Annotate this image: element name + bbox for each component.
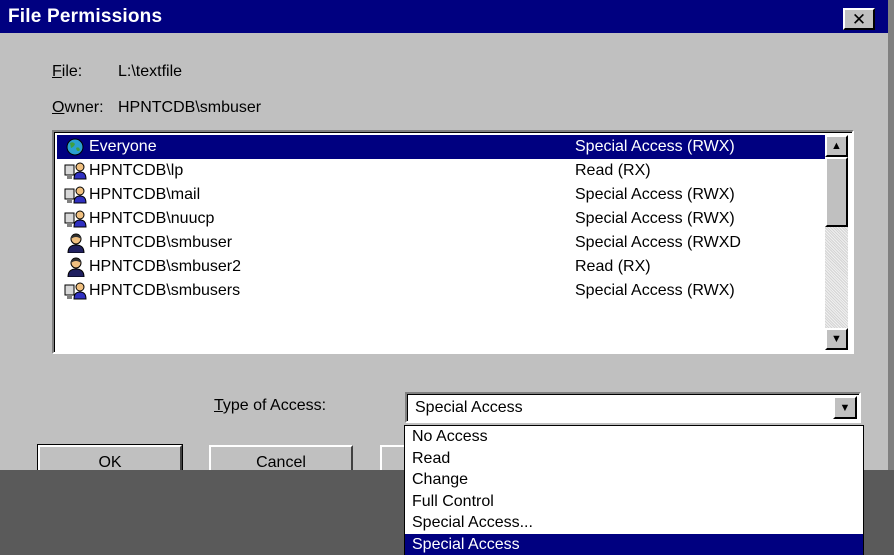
triangle-down-icon: ▼ xyxy=(839,401,851,414)
dropdown-option[interactable]: No Access xyxy=(405,426,863,448)
file-label-rest: ile: xyxy=(61,63,83,80)
scroll-down-button[interactable]: ▼ xyxy=(825,328,848,350)
type-of-access-label-rest: ype of Access: xyxy=(222,397,327,414)
dropdown-button[interactable]: ▼ xyxy=(833,396,857,419)
list-scrollbar[interactable]: ▲ ▼ xyxy=(825,135,848,350)
dropdown-option[interactable]: Change xyxy=(405,469,863,491)
list-item-name: HPNTCDB\nuucp xyxy=(89,210,215,227)
type-of-access-select[interactable]: Special Access ▼ xyxy=(405,392,861,423)
list-item-access: Special Access (RWXD xyxy=(575,234,741,251)
permissions-rows: Everyone Special Access (RWX) HPNTCDB\lp Re… xyxy=(57,135,825,303)
group-icon xyxy=(64,281,88,301)
dropdown-option[interactable]: Special Access xyxy=(405,533,863,555)
group-icon xyxy=(64,161,88,181)
triangle-down-icon: ▼ xyxy=(831,333,842,345)
type-of-access-dropdown-list[interactable]: No Access Read Change Full Control Special A… xyxy=(404,425,864,555)
dropdown-option[interactable]: Special Access... xyxy=(405,512,863,534)
list-item[interactable]: HPNTCDB\lp Read (RX) xyxy=(57,159,825,183)
user-icon xyxy=(64,233,88,254)
list-item-name: HPNTCDB\smbusers xyxy=(89,282,241,299)
list-item[interactable]: HPNTCDB\mail Special Access (RWX) xyxy=(57,183,825,207)
type-of-access-value: Special Access xyxy=(415,399,523,416)
list-item-name: Everyone xyxy=(89,138,157,155)
list-item-name: HPNTCDB\smbuser xyxy=(89,234,233,251)
title-bar: File Permissions ✕ xyxy=(0,0,888,33)
list-item-access: Special Access (RWX) xyxy=(575,138,735,155)
owner-label-rest: wner: xyxy=(64,99,104,116)
list-item[interactable]: HPNTCDB\nuucp Special Access (RWX) xyxy=(57,207,825,231)
list-item-name: HPNTCDB\mail xyxy=(89,186,201,203)
scroll-thumb[interactable] xyxy=(825,157,848,227)
list-item-access: Special Access (RWX) xyxy=(575,282,735,299)
type-of-access-label: Type of Access: xyxy=(214,397,327,414)
group-icon xyxy=(64,185,88,205)
owner-value: HPNTCDB\smbuser xyxy=(118,99,262,116)
list-item-access: Read (RX) xyxy=(575,258,651,275)
dropdown-option[interactable]: Read xyxy=(405,448,863,470)
list-item-name: HPNTCDB\smbuser2 xyxy=(89,258,242,275)
list-item-access: Read (RX) xyxy=(575,162,651,179)
file-label: File: xyxy=(52,63,83,80)
close-button[interactable]: ✕ xyxy=(843,8,875,30)
dropdown-option[interactable]: Full Control xyxy=(405,491,863,513)
list-item[interactable]: HPNTCDB\smbusers Special Access (RWX) xyxy=(57,279,825,303)
owner-label: Owner: xyxy=(52,99,104,116)
permissions-list[interactable]: Everyone Special Access (RWX) HPNTCDB\lp Re… xyxy=(52,130,854,354)
list-item-access: Special Access (RWX) xyxy=(575,186,735,203)
scroll-up-button[interactable]: ▲ xyxy=(825,135,848,157)
group-icon xyxy=(64,209,88,229)
window-title: File Permissions xyxy=(8,6,163,27)
list-item-name: HPNTCDB\lp xyxy=(89,162,184,179)
file-value: L:\textfile xyxy=(118,63,183,80)
list-item[interactable]: Everyone Special Access (RWX) xyxy=(57,135,825,159)
close-icon: ✕ xyxy=(851,9,867,29)
list-item[interactable]: HPNTCDB\smbuser2 Read (RX) xyxy=(57,255,825,279)
globe-icon xyxy=(64,137,88,157)
triangle-up-icon: ▲ xyxy=(831,140,842,152)
list-item-access: Special Access (RWX) xyxy=(575,210,735,227)
user-icon xyxy=(64,257,88,278)
list-item[interactable]: HPNTCDB\smbuser Special Access (RWXD xyxy=(57,231,825,255)
window-edge xyxy=(888,0,894,470)
